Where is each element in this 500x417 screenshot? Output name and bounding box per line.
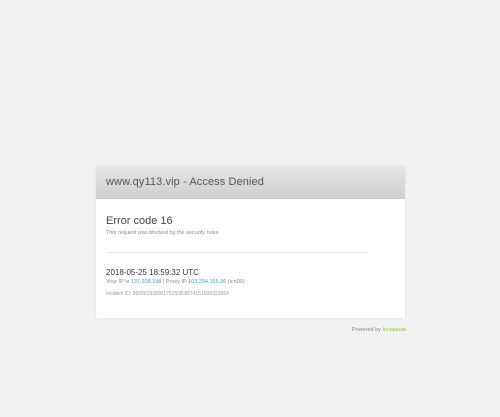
powered-prefix: Powered by <box>351 327 381 333</box>
card-body: Error code 16 This request was blocked b… <box>96 215 405 297</box>
proxy-label: | Proxy IP <box>162 279 187 285</box>
incident-id: Incident ID: 960001930001751508-86741516… <box>106 291 229 297</box>
error-code: Error code 16 <box>106 215 173 227</box>
page-title: www.qy113.vip - Access Denied <box>106 176 264 188</box>
access-denied-card: www.qy113.vip - Access Denied Error code… <box>96 166 405 318</box>
ip-info: Your IP is 137.108.198 | Proxy IP 103.25… <box>106 279 395 285</box>
brand-link[interactable]: Incapsula <box>382 327 406 333</box>
powered-by: Powered by Incapsula <box>352 327 406 333</box>
card-header: www.qy113.vip - Access Denied <box>96 166 405 199</box>
ip-prefix: Your IP is <box>106 279 130 285</box>
page: www.qy113.vip - Access Denied Error code… <box>0 0 500 417</box>
proxy-ip: 103.254.165.36 <box>188 279 227 285</box>
your-ip: 137.108.198 <box>130 279 162 285</box>
error-description: This request was blocked by the security… <box>106 230 219 236</box>
proxy-suffix: (icn99) <box>227 279 245 285</box>
divider <box>106 252 368 253</box>
timestamp: 2018-05-25 18:59:32 UTC <box>106 268 199 277</box>
